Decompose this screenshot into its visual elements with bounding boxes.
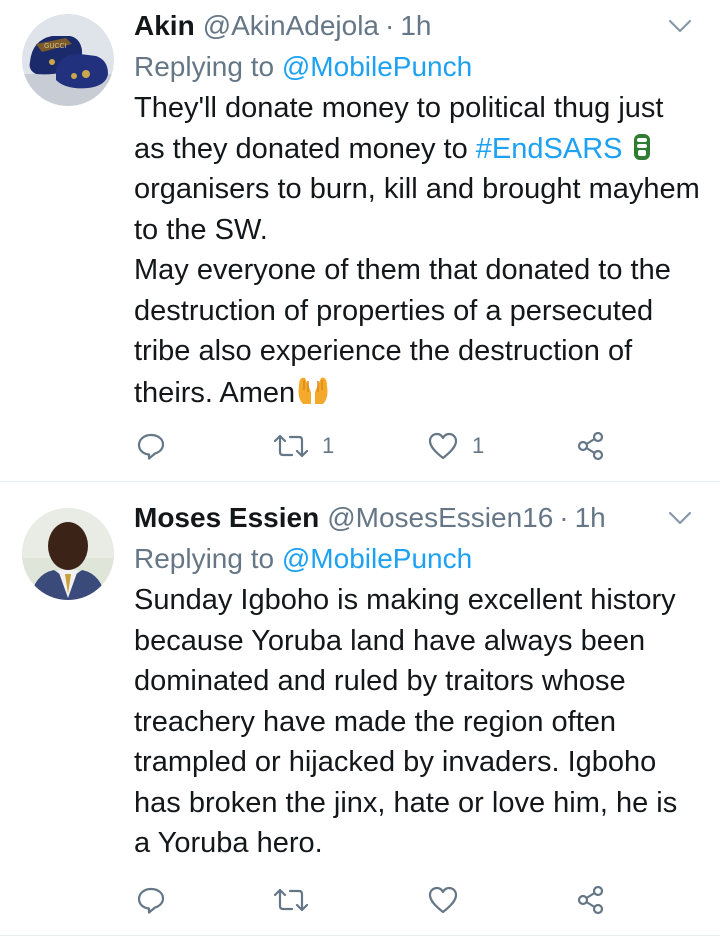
retweet-icon <box>274 434 308 458</box>
like-button[interactable]: 1 <box>428 426 484 466</box>
avatar[interactable] <box>22 508 114 600</box>
tweet-text-part: Sunday Igboho is making excellent histor… <box>134 584 678 859</box>
reply-icon <box>137 887 165 914</box>
separator: · <box>559 502 569 533</box>
replying-to: Replying to @MobilePunch <box>134 538 700 580</box>
replying-to-link[interactable]: @MobilePunch <box>282 51 472 82</box>
tweet-text: They'll donate money to political thug j… <box>134 88 700 413</box>
tweet-actions: 1 1 <box>134 426 694 466</box>
heart-icon <box>428 886 458 914</box>
display-name[interactable]: Akin <box>134 6 195 46</box>
timestamp[interactable]: 1h <box>575 498 606 538</box>
reply-button[interactable] <box>136 426 166 466</box>
tweet-header: Moses Essien @MosesEssien16 · 1h <box>134 498 700 538</box>
share-button[interactable] <box>576 880 606 920</box>
user-handle[interactable]: @AkinAdejola <box>203 6 379 46</box>
retweet-icon <box>274 888 308 912</box>
retweet-button[interactable] <box>274 880 322 920</box>
tweet-content: Moses Essien @MosesEssien16 · 1h Replyin… <box>134 498 700 864</box>
heart-icon <box>428 432 458 460</box>
retweet-button[interactable]: 1 <box>274 426 334 466</box>
chevron-down-icon[interactable] <box>664 14 696 38</box>
share-button[interactable] <box>576 426 606 466</box>
share-icon <box>577 885 604 915</box>
tweet[interactable]: GUCCI Akin @AkinAdejola · 1h Replying to… <box>0 0 720 482</box>
timestamp[interactable]: 1h <box>400 6 431 46</box>
user-handle[interactable]: @MosesEssien16 <box>327 498 553 538</box>
display-name[interactable]: Moses Essien <box>134 498 319 538</box>
raised-fist-emoji-icon <box>633 133 650 160</box>
avatar-brand-label: GUCCI <box>44 43 67 50</box>
replying-to: Replying to @MobilePunch <box>134 46 700 88</box>
tweet-text: Sunday Igboho is making excellent histor… <box>134 580 700 864</box>
man-portrait-avatar-image <box>22 508 114 600</box>
retweet-count: 1 <box>322 433 335 458</box>
tweet-text-part: May everyone of them that donated to the… <box>134 254 671 409</box>
replying-prefix: Replying to <box>134 543 275 574</box>
palms-up-emoji-icon <box>298 377 328 404</box>
chevron-down-icon[interactable] <box>664 506 696 530</box>
reply-button[interactable] <box>136 880 166 920</box>
like-button[interactable] <box>428 880 472 920</box>
replying-prefix: Replying to <box>134 51 275 82</box>
hashtag-link[interactable]: #EndSARS <box>476 133 623 165</box>
shoes-avatar-image: GUCCI <box>22 14 114 106</box>
separator: · <box>385 10 395 41</box>
replying-to-link[interactable]: @MobilePunch <box>282 543 472 574</box>
tweet-actions <box>134 880 694 920</box>
tweet-text-part: organisers to burn, kill and brought may… <box>134 173 700 246</box>
avatar[interactable]: GUCCI <box>22 14 114 106</box>
tweet-header: Akin @AkinAdejola · 1h <box>134 6 700 46</box>
reply-icon <box>137 433 165 460</box>
like-count: 1 <box>472 433 485 458</box>
share-icon <box>577 431 604 461</box>
